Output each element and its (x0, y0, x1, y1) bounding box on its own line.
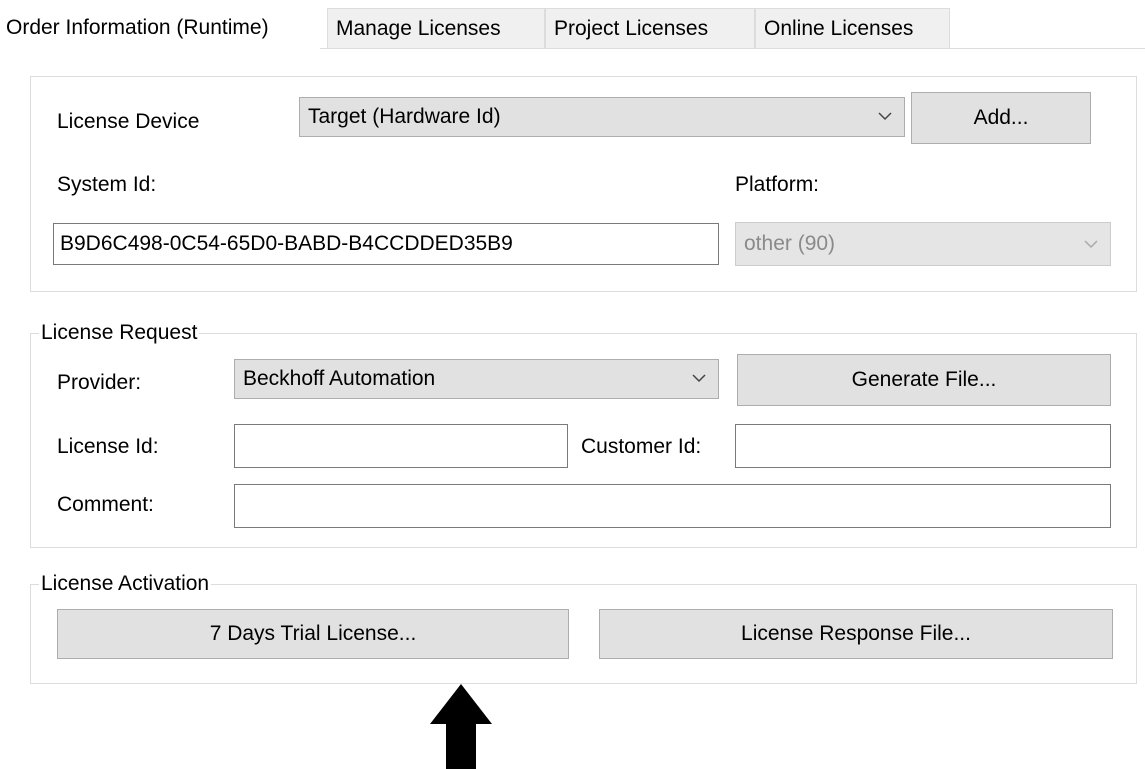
comment-input[interactable] (234, 484, 1111, 528)
customer-id-label: Customer Id: (581, 435, 702, 458)
license-device-combo[interactable]: Target (Hardware Id) (299, 97, 905, 137)
generate-file-label: Generate File... (851, 368, 997, 391)
add-button[interactable]: Add... (911, 92, 1091, 144)
tab-label: Online Licenses (764, 17, 914, 40)
system-id-label: System Id: (57, 173, 157, 196)
tab-online-licenses[interactable]: Online Licenses (755, 8, 950, 48)
license-id-input[interactable] (234, 424, 568, 468)
chevron-down-icon (692, 374, 706, 383)
generate-file-button[interactable]: Generate File... (737, 354, 1111, 406)
tab-bar: Order Information (Runtime) Manage Licen… (0, 8, 1145, 49)
system-id-value: B9D6C498-0C54-65D0-BABD-B4CCDDED35B9 (60, 232, 513, 255)
license-id-label: License Id: (57, 435, 159, 458)
tab-manage-licenses[interactable]: Manage Licenses (327, 8, 545, 48)
tab-label: Project Licenses (554, 17, 709, 40)
license-device-label: License Device (57, 110, 200, 133)
chevron-down-icon (1084, 240, 1098, 249)
license-activation-group: License Activation 7 Days Trial License.… (30, 571, 1137, 684)
provider-combo[interactable]: Beckhoff Automation (234, 359, 719, 399)
license-request-legend: License Request (39, 320, 200, 346)
tab-label: Order Information (Runtime) (6, 16, 269, 39)
trial-license-button[interactable]: 7 Days Trial License... (57, 609, 569, 659)
customer-id-input[interactable] (735, 424, 1111, 468)
provider-value: Beckhoff Automation (243, 367, 436, 390)
trial-license-label: 7 Days Trial License... (209, 622, 417, 645)
system-id-field[interactable]: B9D6C498-0C54-65D0-BABD-B4CCDDED35B9 (53, 223, 719, 265)
license-response-label: License Response File... (741, 622, 971, 645)
license-device-value: Target (Hardware Id) (308, 105, 501, 128)
platform-label: Platform: (735, 173, 820, 196)
tab-label: Manage Licenses (336, 17, 501, 40)
platform-value: other (90) (744, 232, 836, 255)
provider-label: Provider: (57, 371, 142, 394)
add-button-label: Add... (973, 106, 1029, 129)
tab-project-licenses[interactable]: Project Licenses (545, 8, 755, 48)
license-device-group: License Device Target (Hardware Id) Add.… (30, 76, 1137, 292)
license-response-file-button[interactable]: License Response File... (599, 609, 1113, 659)
arrow-up-icon (430, 684, 492, 769)
tab-order-information[interactable]: Order Information (Runtime) (0, 8, 320, 49)
platform-combo: other (90) (735, 222, 1111, 266)
license-request-group: License Request Provider: Beckhoff Autom… (30, 320, 1137, 548)
chevron-down-icon (878, 112, 892, 121)
license-activation-legend: License Activation (39, 571, 212, 597)
comment-label: Comment: (57, 493, 154, 516)
